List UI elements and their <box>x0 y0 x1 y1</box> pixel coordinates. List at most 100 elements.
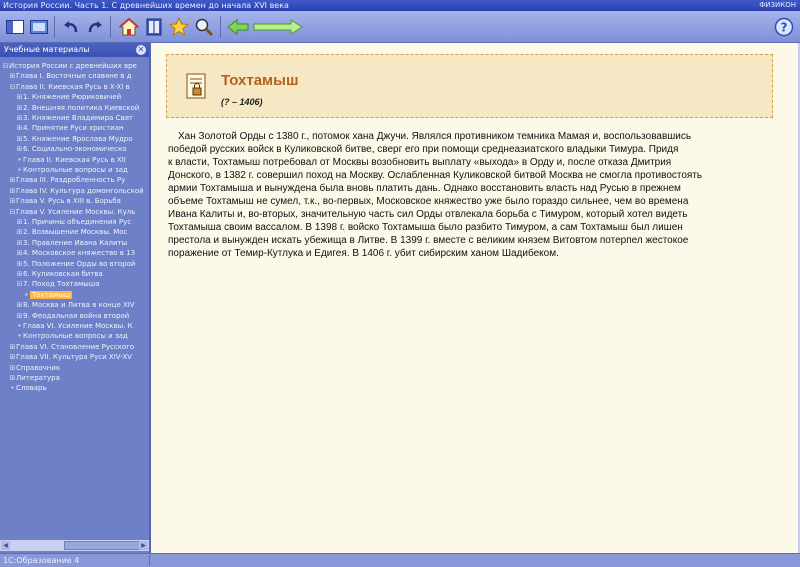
redo-button[interactable] <box>85 17 105 37</box>
tree-item[interactable]: ⊞4. Московское княжество в 13 <box>16 248 136 258</box>
tree-expander-icon[interactable]: ⊟ <box>2 61 9 71</box>
tree-expander-icon[interactable]: ⊞ <box>16 217 23 227</box>
tree-item-label: 4. Принятие Руси христиан <box>23 124 124 133</box>
tree-item[interactable]: ⊞Глава III. Раздробленность Ру <box>9 175 126 185</box>
tree-expander-icon[interactable]: ⊞ <box>16 269 23 279</box>
tree-item[interactable]: ⊞3. Правление Ивана Калиты <box>16 238 128 248</box>
horizontal-scrollbar[interactable]: ◀ ▶ <box>0 540 149 551</box>
tree-item-label: 3. Княжение Владимира Свят <box>23 114 133 122</box>
tree-expander-icon[interactable]: ⊞ <box>16 113 23 123</box>
tree-expander-icon[interactable]: • <box>16 321 23 331</box>
sidebar: Учебные материалы ✕ ⊟История России с др… <box>0 43 149 553</box>
tree-item[interactable]: ⊟История России с древнейших вре <box>2 61 137 71</box>
article-title: Тохтамыш <box>221 72 299 89</box>
tree-expander-icon[interactable]: ⊞ <box>16 311 23 321</box>
tree-item[interactable]: ⊞4. Принятие Руси христиан <box>16 123 124 133</box>
tree-expander-icon[interactable]: ⊞ <box>16 134 23 144</box>
tree-item[interactable]: •Контрольные вопросы и зад <box>16 331 127 341</box>
scrollbar-thumb[interactable] <box>64 541 146 550</box>
tree-item-label: Литература <box>16 374 60 382</box>
tree-item[interactable]: ⊟Глава V. Усиление Москвы. Куль <box>9 207 136 217</box>
home-button[interactable] <box>119 17 139 37</box>
tree-item[interactable]: ⊞Глава I. Восточные славяне в д <box>9 71 132 81</box>
tree-expander-icon[interactable]: • <box>16 165 23 175</box>
undo-button[interactable] <box>61 17 81 37</box>
tree-item[interactable]: ⊞1. Причины объединения Рус <box>16 217 132 227</box>
document-lock-icon <box>186 73 206 99</box>
tree-item[interactable]: ⊞Глава IV. Культура домонгольской <box>9 186 144 196</box>
article-line: армии Тохтамыша и вынуждена была вновь п… <box>168 183 681 194</box>
tree-item[interactable]: •Контрольные вопросы и зад <box>16 165 127 175</box>
tree-expander-icon[interactable]: • <box>16 155 23 165</box>
tree-item[interactable]: • Тохтамыш <box>23 290 73 300</box>
tree-item[interactable]: ⊞Глава VI. Становление Русского <box>9 342 135 352</box>
forward-button[interactable] <box>253 17 303 37</box>
tree-item[interactable]: ⊞6. Социально-экономическо <box>16 144 127 154</box>
tree-item[interactable]: ⊞2. Возвышение Москвы. Мос <box>16 227 128 237</box>
close-icon[interactable]: ✕ <box>136 45 146 55</box>
toolbar-divider <box>110 16 111 38</box>
tree-expander-icon[interactable]: • <box>23 290 30 300</box>
tree-expander-icon[interactable]: ⊞ <box>16 300 23 310</box>
tree-item[interactable]: ⊞Глава V. Русь в XIII в. Борьба <box>9 196 121 206</box>
tree-item[interactable]: ⊞2. Внешняя политика Киевской <box>16 103 140 113</box>
brand-label: ФИЗИКОН <box>759 1 796 9</box>
tree-expander-icon[interactable]: ⊞ <box>16 123 23 133</box>
home-icon <box>119 18 139 36</box>
tree-expander-icon[interactable]: ⊟ <box>9 82 16 92</box>
tree-expander-icon[interactable]: ⊞ <box>16 103 23 113</box>
article-line: Тохтамыша своим вассалом. В 1398 г. войс… <box>168 222 683 233</box>
tree-expander-icon[interactable]: ⊟ <box>16 279 23 289</box>
tree-expander-icon[interactable]: ⊞ <box>16 238 23 248</box>
fullscreen-button[interactable] <box>29 17 49 37</box>
tree-item[interactable]: ⊞Справочник <box>9 363 61 373</box>
tree-item[interactable]: ⊟7. Поход Тохтамыша <box>16 279 100 289</box>
tree-expander-icon[interactable]: • <box>16 331 23 341</box>
tree-item[interactable]: •Глава II. Киевская Русь в XII <box>16 155 125 165</box>
tree-expander-icon[interactable]: ⊞ <box>9 186 16 196</box>
search-button[interactable] <box>194 17 214 37</box>
arrow-right-icon <box>253 19 303 35</box>
tree-expander-icon[interactable]: ⊟ <box>9 207 16 217</box>
tree-expander-icon[interactable]: ⊞ <box>9 352 16 362</box>
scroll-right-icon[interactable]: ▶ <box>139 541 148 550</box>
book-button[interactable] <box>144 17 164 37</box>
tree-item[interactable]: ⊞6. Куликовская битва <box>16 269 103 279</box>
tree-item[interactable]: ⊞5. Положение Орды во второй <box>16 259 136 269</box>
tree-expander-icon[interactable]: ⊞ <box>9 342 16 352</box>
tree-item[interactable]: ⊞Литература <box>9 373 60 383</box>
tree-item[interactable]: ⊞1. Княжение Рюриковичей <box>16 92 122 102</box>
tree-expander-icon[interactable]: ⊞ <box>16 227 23 237</box>
tree-expander-icon[interactable]: ⊞ <box>16 144 23 154</box>
tree-expander-icon[interactable]: ⊞ <box>16 248 23 258</box>
tree-item[interactable]: ⊟Глава II. Киевская Русь в X-XI в <box>9 82 130 92</box>
tree-item[interactable]: ⊞8. Москва и Литва в конце XIV <box>16 300 135 310</box>
help-button[interactable]: ? <box>774 17 794 37</box>
status-divider <box>149 555 150 566</box>
tree-item-label: История России с древнейших вре <box>9 62 137 70</box>
tree-item-label: Глава V. Усиление Москвы. Куль <box>16 207 136 216</box>
tree-expander-icon[interactable]: ⊞ <box>9 363 16 373</box>
favorites-button[interactable] <box>169 17 189 37</box>
tree-item[interactable]: •Глава VI. Усиление Москвы. К <box>16 321 132 331</box>
book-icon <box>146 18 162 36</box>
tree-item[interactable]: ⊞Глава VII. Культура Руси XIV-XV <box>9 352 132 362</box>
back-button[interactable] <box>227 17 249 37</box>
tree-item[interactable]: ⊞9. Феодальная война второй <box>16 311 130 321</box>
sidebar-title: Учебные материалы <box>4 45 90 54</box>
tree-item[interactable]: ⊞5. Княжение Ярослава Мудро <box>16 134 133 144</box>
tree-expander-icon[interactable]: ⊞ <box>9 373 16 383</box>
tree-item[interactable]: ⊞3. Княжение Владимира Свят <box>16 113 133 123</box>
tree-item-label: Тохтамыш <box>30 290 73 299</box>
tree-expander-icon[interactable]: ⊞ <box>16 92 23 102</box>
scroll-left-icon[interactable]: ◀ <box>1 541 10 550</box>
tree-expander-icon[interactable]: ⊞ <box>9 196 16 206</box>
article-pane: Тохтамыш (? – 1406) Хан Золотой Орды с 1… <box>151 43 798 553</box>
tree-expander-icon[interactable]: • <box>9 383 16 393</box>
tree-expander-icon[interactable]: ⊞ <box>9 71 16 81</box>
tree-item[interactable]: •Словарь <box>9 383 46 393</box>
tree-expander-icon[interactable]: ⊞ <box>16 259 23 269</box>
toggle-sidebar-button[interactable] <box>5 17 25 37</box>
tree-expander-icon[interactable]: ⊞ <box>9 175 16 185</box>
tree-item-label: Глава V. Русь в XIII в. Борьба <box>16 197 121 206</box>
